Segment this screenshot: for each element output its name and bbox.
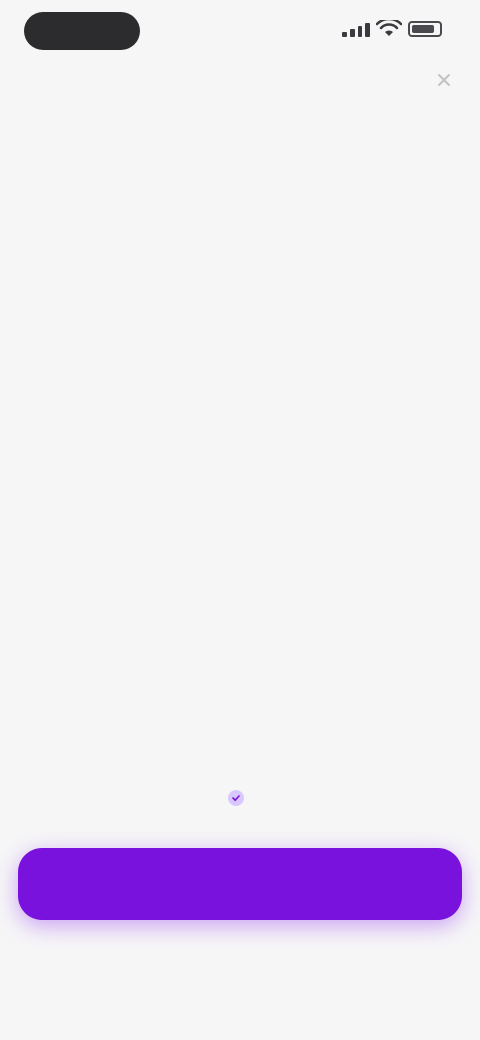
note-line (60, 790, 420, 806)
continue-button[interactable] (18, 848, 462, 920)
status-bar (0, 0, 480, 64)
close-icon (438, 74, 450, 86)
signal-icon (342, 21, 370, 37)
close-button[interactable] (430, 66, 458, 94)
paywall-screen (0, 0, 480, 1040)
status-icons (342, 20, 442, 38)
footer-links (22, 952, 458, 960)
battery-icon (408, 21, 442, 37)
wifi-icon (376, 20, 402, 36)
check-icon (228, 790, 244, 806)
dynamic-island (24, 12, 140, 50)
